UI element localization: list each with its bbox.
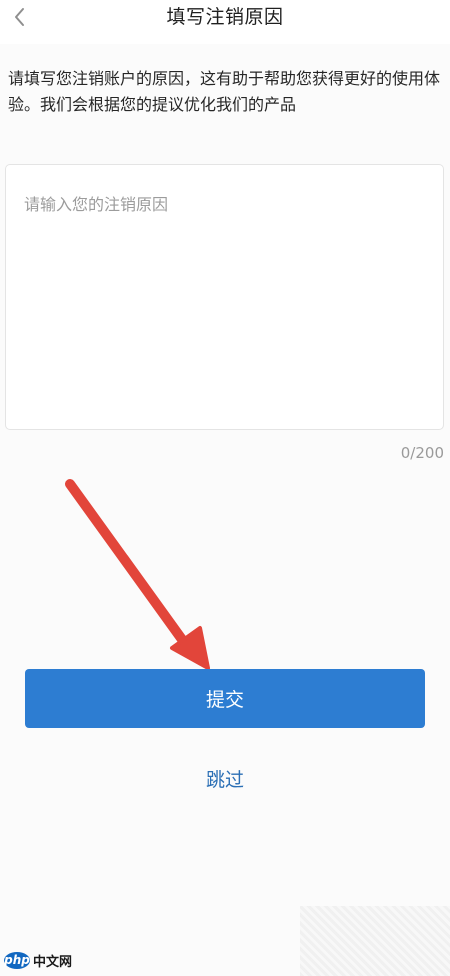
reason-textarea-container <box>5 164 444 430</box>
instruction-text: 请填写您注销账户的原因，这有助于帮助您获得更好的使用体验。我们会根据您的提议优化… <box>8 69 441 114</box>
php-logo: php <box>4 951 30 969</box>
reason-textarea[interactable] <box>6 165 443 429</box>
page-title: 填写注销原因 <box>166 6 284 28</box>
watermark-text: 中文网 <box>33 954 73 970</box>
skip-link[interactable]: 跳过 <box>0 765 450 792</box>
nav-bar: 填写注销原因 <box>0 0 450 44</box>
watermark: php 中文网 <box>4 949 72 971</box>
submit-button[interactable]: 提交 <box>25 669 425 728</box>
char-counter: 0/200 <box>400 444 444 462</box>
annotation-arrow-icon <box>65 479 210 670</box>
noise-patch <box>300 906 450 976</box>
